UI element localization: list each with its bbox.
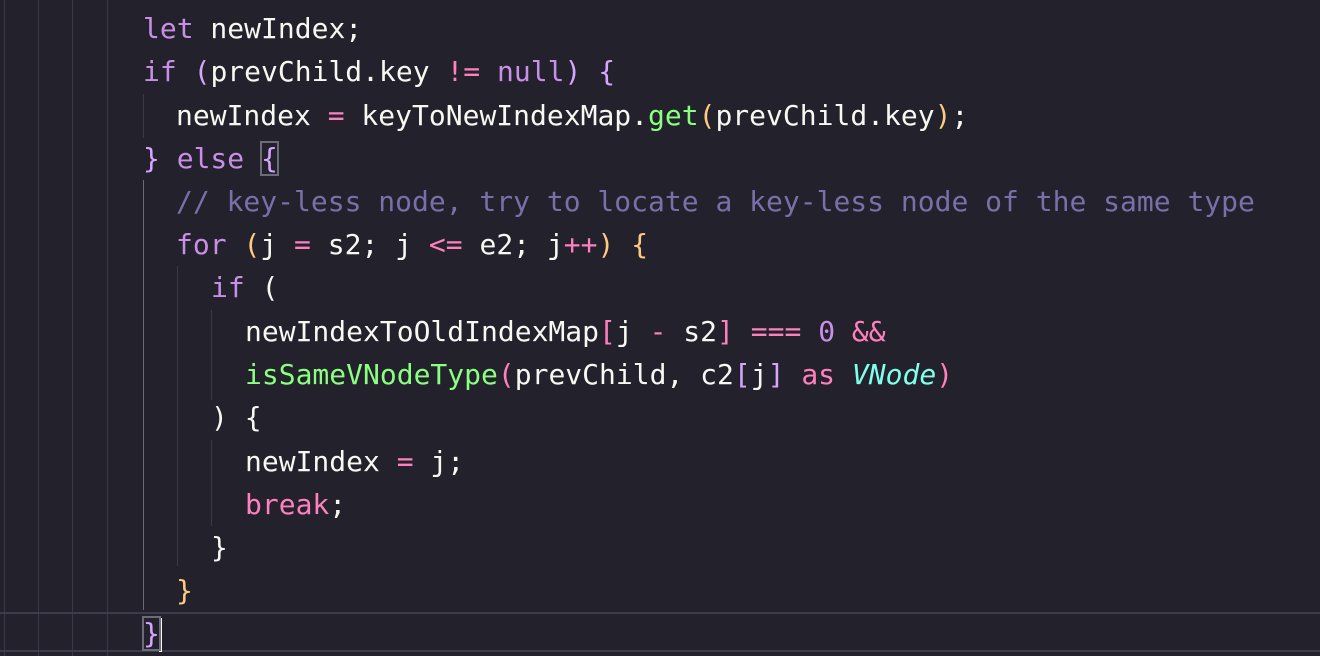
code-token: e2; j: [462, 228, 564, 261]
code-token: =: [327, 99, 345, 132]
code-token: j: [615, 315, 650, 348]
code-token: if: [211, 271, 245, 304]
code-token: (: [244, 271, 279, 304]
indent-guide: [107, 0, 108, 656]
code-token: =: [396, 445, 414, 478]
code-token: VNode: [851, 358, 937, 391]
code-token: isSameVNodeType: [245, 358, 498, 391]
indent-guide: [38, 0, 39, 656]
code-token: else: [176, 142, 245, 175]
indent-guide: [72, 0, 73, 656]
code-token: (: [243, 228, 261, 261]
code-line[interactable]: }: [211, 526, 228, 569]
code-token: [: [599, 315, 616, 348]
code-token: ): [934, 99, 952, 132]
code-token: -: [649, 315, 667, 348]
code-token: &&: [851, 315, 886, 348]
code-token: for: [176, 228, 227, 261]
code-token: if: [143, 55, 177, 88]
code-token: ;: [951, 99, 969, 132]
code-token: }: [143, 142, 160, 175]
code-token: newIndex;: [193, 12, 363, 45]
code-token: ) {: [211, 401, 262, 434]
code-line[interactable]: for (j = s2; j <= e2; j++) {: [176, 223, 648, 266]
code-token: // key-less node, try to locate a key-le…: [176, 185, 1255, 218]
code-token: get: [648, 99, 699, 132]
code-token: }: [211, 531, 228, 564]
code-line[interactable]: newIndex = j;: [245, 440, 464, 483]
code-token: ]: [767, 358, 785, 391]
code-token: ;: [329, 488, 347, 521]
code-token: {: [260, 141, 279, 176]
code-line[interactable]: let newIndex;: [143, 7, 362, 50]
current-line-highlight: [0, 612, 1320, 652]
code-token: ===: [750, 315, 802, 348]
text-cursor: [158, 618, 162, 652]
code-token: [: [733, 358, 751, 391]
code-token: }: [176, 574, 193, 607]
code-token: {: [631, 228, 649, 261]
code-line[interactable]: }: [176, 569, 193, 612]
code-token: (: [497, 358, 515, 391]
code-token: 0: [818, 315, 836, 348]
code-token: }: [142, 616, 161, 651]
indent-guide: [4, 0, 5, 656]
code-token: newIndexToOldIndexMap: [245, 315, 600, 348]
code-line[interactable]: newIndexToOldIndexMap[j - s2] === 0 &&: [245, 310, 886, 353]
code-token: prevChild.key: [210, 55, 447, 88]
code-line[interactable]: isSameVNodeType(prevChild, c2[j] as VNod…: [245, 353, 953, 396]
indent-guide: [211, 310, 212, 400]
code-token: <=: [428, 228, 463, 261]
code-line[interactable]: newIndex = keyToNewIndexMap.get(prevChil…: [176, 94, 968, 137]
code-token: ): [597, 228, 615, 261]
indent-guide: [143, 94, 144, 138]
code-token: ++: [563, 228, 598, 261]
code-token: ): [564, 55, 582, 88]
code-token: (: [698, 99, 716, 132]
code-token: prevChild.key: [715, 99, 935, 132]
code-line[interactable]: } else {: [143, 137, 279, 180]
code-token: s2; j: [310, 228, 429, 261]
code-line[interactable]: // key-less node, try to locate a key-le…: [176, 180, 1255, 223]
code-token: {: [598, 55, 616, 88]
code-line[interactable]: ) {: [211, 396, 262, 439]
code-token: null: [497, 55, 565, 88]
code-token: !=: [446, 55, 481, 88]
code-token: newIndex: [176, 99, 328, 132]
code-token: j: [260, 228, 295, 261]
code-token: prevChild, c2: [514, 358, 734, 391]
indent-guide-active: [143, 180, 144, 610]
code-line[interactable]: if (prevChild.key != null) {: [143, 50, 615, 93]
code-token: keyToNewIndexMap.: [344, 99, 649, 132]
code-token: newIndex: [245, 445, 397, 478]
code-token: let: [143, 12, 194, 45]
code-line[interactable]: }: [142, 612, 162, 655]
code-token: break: [245, 488, 330, 521]
code-token: as: [801, 358, 836, 391]
indent-guide: [211, 440, 212, 526]
code-token: j: [750, 358, 768, 391]
code-line[interactable]: break;: [245, 483, 346, 526]
code-token: s2: [666, 315, 718, 348]
code-editor[interactable]: let newIndex; if (prevChild.key != null)…: [0, 0, 1320, 656]
code-token: (: [193, 55, 211, 88]
indent-guide: [177, 266, 178, 566]
code-token: ]: [717, 315, 734, 348]
code-token: ): [936, 358, 954, 391]
code-token: j;: [413, 445, 465, 478]
code-line[interactable]: if (: [211, 266, 278, 309]
code-token: =: [294, 228, 311, 261]
